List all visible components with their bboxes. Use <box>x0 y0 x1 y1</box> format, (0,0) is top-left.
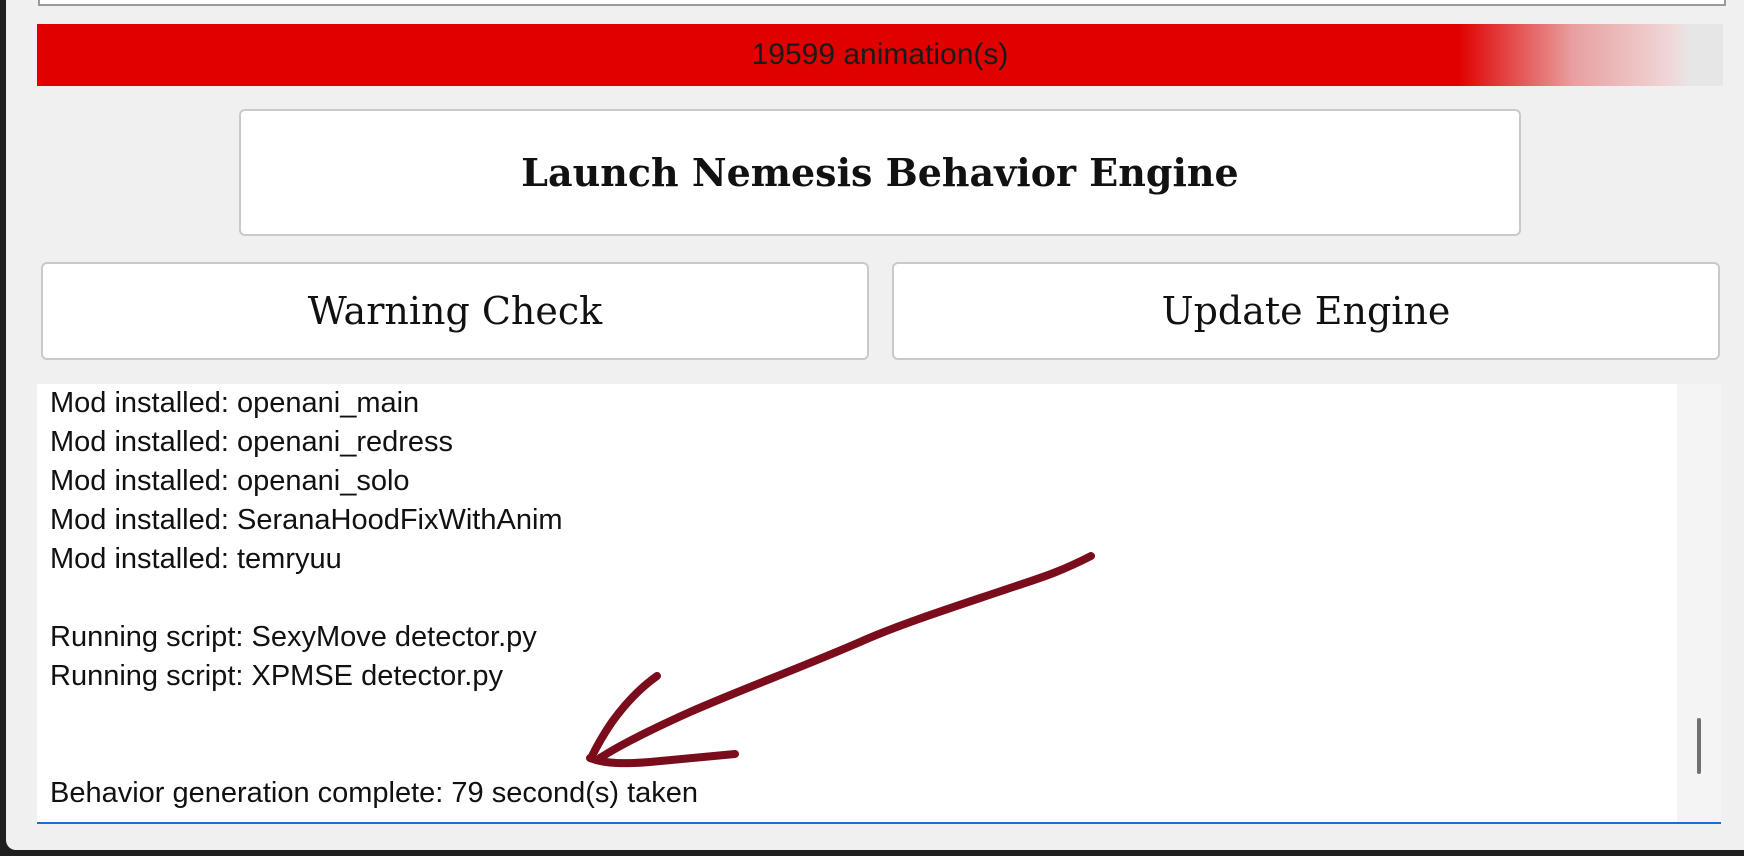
warning-check-button[interactable]: Warning Check <box>41 262 869 360</box>
log-scrollbar[interactable] <box>1677 384 1721 822</box>
log-line: Running script: SexyMove detector.py <box>50 621 537 653</box>
log-output[interactable]: Mod installed: openani_main Mod installe… <box>37 384 1721 824</box>
log-line: Running script: XPMSE detector.py <box>50 660 503 692</box>
update-engine-button[interactable]: Update Engine <box>892 262 1720 360</box>
log-line: Mod installed: openani_solo <box>50 465 410 497</box>
top-input-field[interactable] <box>38 0 1726 6</box>
log-line: Behavior generation complete: 79 second(… <box>50 777 699 809</box>
log-lines: Mod installed: openani_main Mod installe… <box>50 384 1670 813</box>
log-line: Mod installed: temryuu <box>50 543 342 575</box>
log-line: Mod installed: openani_main <box>50 387 420 419</box>
log-line: Mod installed: SeranaHoodFixWithAnim <box>50 504 563 536</box>
progress-label: 19599 animation(s) <box>751 38 1009 71</box>
progress-bar: 19599 animation(s) <box>37 24 1723 86</box>
log-line: Mod installed: openani_redress <box>50 426 454 458</box>
nemesis-window: 19599 animation(s) Launch Nemesis Behavi… <box>6 0 1744 850</box>
launch-engine-button[interactable]: Launch Nemesis Behavior Engine <box>239 109 1521 236</box>
scrollbar-thumb[interactable] <box>1697 718 1701 774</box>
